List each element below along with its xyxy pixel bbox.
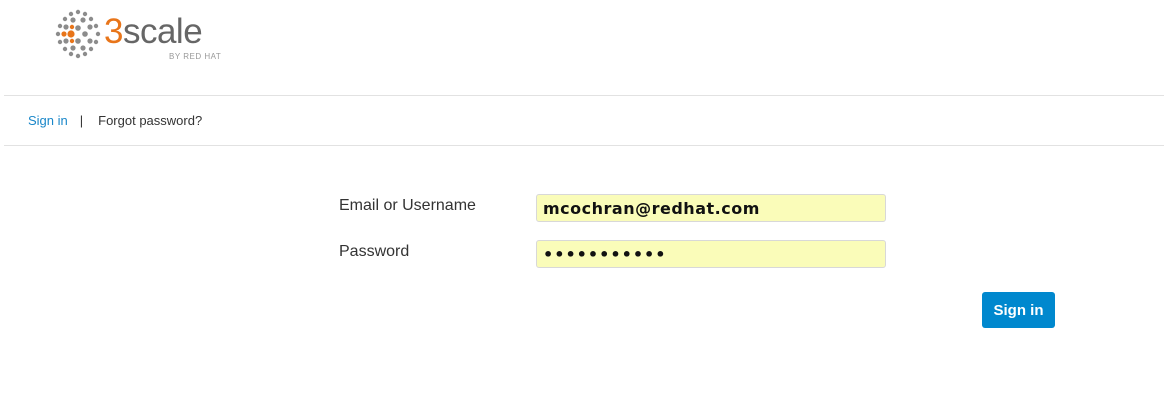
sign-in-button[interactable]: Sign in (982, 292, 1055, 328)
password-label: Password (339, 243, 410, 260)
username-label: Email or Username (339, 197, 476, 214)
nav-forgot-password-link[interactable]: Forgot password? (98, 113, 202, 128)
brand-logo[interactable]: 3scale BY RED HAT (52, 8, 232, 64)
dotted-circle-logo-icon (55, 9, 101, 59)
nav-sign-in-link[interactable]: Sign in (28, 113, 68, 128)
logo-digit: 3 (104, 12, 123, 51)
password-input[interactable] (536, 240, 886, 268)
nav-divider (4, 145, 1164, 146)
login-page: 3scale BY RED HAT Sign in | Forgot passwor… (0, 0, 1164, 408)
nav-separator: | (79, 113, 84, 128)
username-input[interactable] (536, 194, 886, 222)
logo-word: scale (122, 12, 203, 51)
logo-wordmark: 3scale (104, 12, 203, 51)
header-divider (4, 95, 1164, 96)
logo-byline: BY RED HAT (169, 52, 222, 61)
auth-nav: Sign in | Forgot password? (28, 113, 202, 129)
